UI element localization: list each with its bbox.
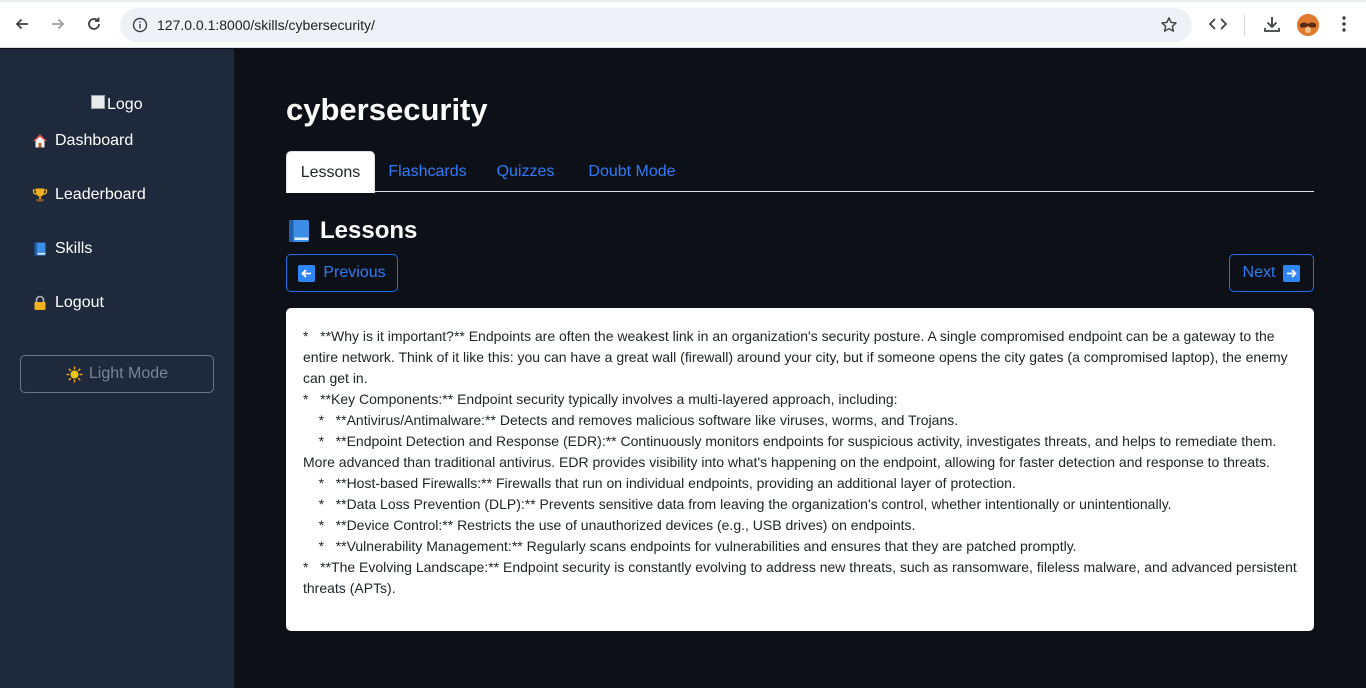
browser-toolbar: 127.0.0.1:8000/skills/cybersecurity/ xyxy=(0,0,1366,48)
sidebar-item-leaderboard[interactable]: Leaderboard xyxy=(31,186,146,204)
lesson-line: * **Key Components:** Endpoint security … xyxy=(303,391,898,407)
right-arrow-icon xyxy=(1283,264,1301,282)
devtools-button[interactable] xyxy=(1207,13,1229,35)
tab-bar: Lessons Flashcards Quizzes Doubt Mode xyxy=(286,151,1314,193)
reload-icon xyxy=(88,17,100,30)
lesson-line: * **Vulnerability Management:** Regularl… xyxy=(303,538,1077,554)
browser-menu-button[interactable] xyxy=(1333,13,1355,35)
previous-button[interactable]: Previous xyxy=(286,254,398,292)
lock-icon xyxy=(31,294,49,312)
kebab-menu-icon xyxy=(1342,16,1346,32)
lesson-line: * **Endpoint Detection and Response (EDR… xyxy=(303,433,1281,470)
previous-label: Previous xyxy=(323,264,386,281)
tab-lessons[interactable]: Lessons xyxy=(286,151,375,193)
trophy-icon xyxy=(31,186,49,204)
bookmark-star-icon[interactable] xyxy=(1160,16,1178,34)
sidebar-item-label: Leaderboard xyxy=(55,186,146,203)
tab-doubt-mode[interactable]: Doubt Mode xyxy=(578,151,686,192)
sidebar-item-label: Logout xyxy=(55,294,104,311)
lesson-line: * **Device Control:** Restricts the use … xyxy=(303,517,916,533)
section-heading: Lessons xyxy=(286,217,417,245)
sidebar: Logo Dashboard Leaderboard Skills Logout… xyxy=(0,49,234,688)
lesson-line: * **Host-based Firewalls:** Firewalls th… xyxy=(303,475,1016,491)
light-mode-label: Light Mode xyxy=(88,365,169,382)
broken-image-icon xyxy=(91,95,105,109)
reload-button[interactable] xyxy=(82,12,106,36)
forward-arrow-icon xyxy=(52,18,65,30)
url-text[interactable]: 127.0.0.1:8000/skills/cybersecurity/ xyxy=(157,17,375,33)
section-title-text: Lessons xyxy=(320,217,418,244)
download-icon xyxy=(1264,17,1280,32)
sidebar-item-label: Skills xyxy=(55,240,93,257)
logo-alt-text: Logo xyxy=(107,96,143,113)
next-button[interactable]: Next xyxy=(1229,254,1314,292)
site-info-icon[interactable] xyxy=(132,17,148,33)
lesson-content-card: * **Why is it important?** Endpoints are… xyxy=(286,308,1314,631)
back-button[interactable] xyxy=(10,12,34,36)
lesson-line: * **Antivirus/Antimalware:** Detects and… xyxy=(303,412,959,428)
code-icon xyxy=(1208,18,1228,30)
back-arrow-icon xyxy=(15,18,28,30)
lesson-line: * **The Evolving Landscape:** Endpoint s… xyxy=(303,559,1301,596)
page-title: cybersecurity xyxy=(286,92,488,127)
sidebar-item-label: Dashboard xyxy=(55,132,134,149)
sun-icon xyxy=(66,366,83,383)
next-label: Next xyxy=(1242,264,1276,281)
tab-flashcards[interactable]: Flashcards xyxy=(375,151,480,192)
house-icon xyxy=(31,132,49,150)
downloads-button[interactable] xyxy=(1261,13,1283,35)
profile-avatar[interactable] xyxy=(1297,14,1319,36)
address-bar[interactable]: 127.0.0.1:8000/skills/cybersecurity/ xyxy=(120,8,1192,42)
lesson-line: * **Why is it important?** Endpoints are… xyxy=(303,328,1292,386)
forward-button[interactable] xyxy=(46,12,70,36)
logo[interactable]: Logo xyxy=(91,95,143,114)
toolbar-separator xyxy=(1244,15,1245,35)
sidebar-item-logout[interactable]: Logout xyxy=(31,294,104,312)
tab-quizzes[interactable]: Quizzes xyxy=(486,151,565,192)
avatar-icon xyxy=(1297,14,1319,36)
book-icon xyxy=(31,240,49,258)
lesson-line: * **Data Loss Prevention (DLP):** Preven… xyxy=(303,496,1172,512)
left-arrow-icon xyxy=(298,264,316,282)
book-icon xyxy=(289,220,309,242)
tab-strip-edge xyxy=(0,0,1366,2)
sidebar-item-dashboard[interactable]: Dashboard xyxy=(31,132,133,150)
sidebar-item-skills[interactable]: Skills xyxy=(31,240,92,258)
light-mode-button[interactable]: Light Mode xyxy=(20,355,214,393)
